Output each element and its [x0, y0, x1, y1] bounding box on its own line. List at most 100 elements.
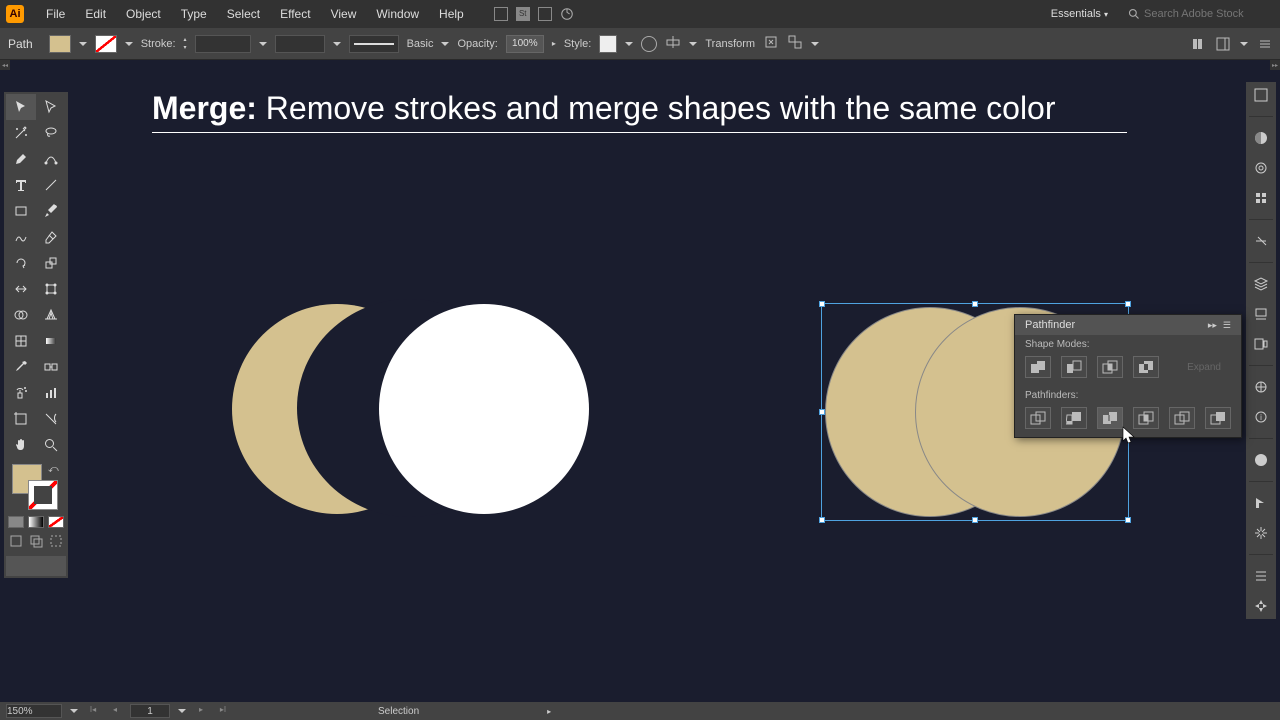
panel-menu-icon[interactable]: ☰	[1223, 320, 1231, 331]
paintbrush-tool[interactable]	[36, 198, 66, 224]
opacity-slider-toggle[interactable]: ▸	[552, 39, 556, 48]
color-panel-icon[interactable]	[1252, 129, 1270, 147]
screen-mode-button[interactable]	[6, 556, 66, 576]
workspace-switcher[interactable]: Essentials ▾	[1041, 5, 1118, 23]
draw-inside-icon[interactable]	[49, 534, 63, 548]
fill-dropdown[interactable]	[79, 42, 87, 46]
layout-dropdown[interactable]	[1240, 42, 1248, 46]
menu-window[interactable]: Window	[366, 3, 429, 25]
brushes-panel-icon[interactable]	[1252, 232, 1270, 250]
style-dropdown[interactable]	[625, 42, 633, 46]
stock-icon[interactable]: St	[516, 7, 530, 21]
brush-preview[interactable]	[349, 35, 399, 53]
stock-search-input[interactable]	[1144, 8, 1274, 20]
brush-dropdown[interactable]	[441, 42, 449, 46]
menu-object[interactable]: Object	[116, 3, 171, 25]
eraser-tool[interactable]	[36, 224, 66, 250]
direct-selection-tool[interactable]	[36, 94, 66, 120]
hand-tool[interactable]	[6, 432, 36, 458]
gpu-icon[interactable]	[560, 7, 574, 21]
magic-wand-tool[interactable]	[6, 120, 36, 146]
exclude-button[interactable]	[1133, 356, 1159, 378]
outline-button[interactable]	[1169, 407, 1195, 429]
align-dropdown[interactable]	[689, 42, 697, 46]
rectangle-tool[interactable]	[6, 198, 36, 224]
shaper-tool[interactable]	[6, 224, 36, 250]
symbol-sprayer-tool[interactable]	[6, 380, 36, 406]
similar-dropdown[interactable]	[811, 42, 819, 46]
zoom-select[interactable]	[6, 704, 62, 718]
opacity-input[interactable]	[506, 35, 544, 53]
white-circle-shape[interactable]	[379, 304, 589, 514]
width-tool[interactable]	[6, 276, 36, 302]
blend-tool[interactable]	[36, 354, 66, 380]
dock-expand-right[interactable]: ▸▸	[1270, 60, 1280, 70]
panel-menu-icon[interactable]	[1258, 37, 1272, 51]
color-mode-none[interactable]	[48, 516, 64, 528]
graphic-styles-panel-icon[interactable]	[1252, 524, 1270, 542]
stock-search[interactable]	[1128, 8, 1274, 20]
recolor-icon[interactable]	[641, 36, 657, 52]
menu-file[interactable]: File	[36, 3, 75, 25]
minus-front-button[interactable]	[1061, 356, 1087, 378]
color-mode-gradient[interactable]	[28, 516, 44, 528]
fill-swatch[interactable]	[49, 35, 71, 53]
arrange-docs-icon[interactable]	[538, 7, 552, 21]
menu-select[interactable]: Select	[217, 3, 270, 25]
column-graph-tool[interactable]	[36, 380, 66, 406]
panel-layout-icon[interactable]	[1216, 37, 1230, 51]
pen-tool[interactable]	[6, 146, 36, 172]
draw-behind-icon[interactable]	[29, 534, 43, 548]
curvature-tool[interactable]	[36, 146, 66, 172]
lasso-tool[interactable]	[36, 120, 66, 146]
prev-artboard-button[interactable]: ◂	[108, 705, 122, 717]
menu-edit[interactable]: Edit	[75, 3, 116, 25]
menu-help[interactable]: Help	[429, 3, 474, 25]
appearance-panel-icon[interactable]	[1252, 494, 1270, 512]
stroke-panel-icon[interactable]	[1252, 378, 1270, 396]
stroke-weight-dropdown[interactable]	[259, 42, 267, 46]
eyedropper-tool[interactable]	[6, 354, 36, 380]
transform-panel-icon[interactable]	[1252, 567, 1270, 585]
zoom-tool[interactable]	[36, 432, 66, 458]
pathfinder-panel-tab[interactable]: Pathfinder ▸▸ ☰	[1015, 315, 1241, 335]
mesh-tool[interactable]	[6, 328, 36, 354]
vprofile-select[interactable]	[275, 35, 325, 53]
swatches-panel-icon[interactable]	[1252, 189, 1270, 207]
color-themes-panel-icon[interactable]	[1252, 159, 1270, 177]
asset-export-panel-icon[interactable]	[1252, 305, 1270, 323]
isolate-icon[interactable]	[763, 34, 779, 53]
free-transform-tool[interactable]	[36, 276, 66, 302]
menu-effect[interactable]: Effect	[270, 3, 320, 25]
stroke-weight-stepper[interactable]: ▴▾	[184, 36, 187, 51]
unite-button[interactable]	[1025, 356, 1051, 378]
artboards-panel-icon[interactable]	[1252, 335, 1270, 353]
menu-view[interactable]: View	[321, 3, 367, 25]
panel-collapse-icon[interactable]: ▸▸	[1208, 320, 1217, 331]
stroke-swatch[interactable]	[95, 35, 117, 53]
crop-button[interactable]	[1133, 407, 1159, 429]
last-artboard-button[interactable]: ▸I	[216, 705, 230, 717]
style-swatch[interactable]	[599, 35, 617, 53]
properties-panel-icon[interactable]	[1252, 86, 1270, 104]
swap-fill-stroke-icon[interactable]: ⤺	[48, 464, 59, 475]
artboard-tool[interactable]	[6, 406, 36, 432]
color-mode-solid[interactable]	[8, 516, 24, 528]
align-panel-icon[interactable]	[1252, 597, 1270, 615]
dock-expand-left[interactable]: ◂◂	[0, 60, 10, 70]
slice-tool[interactable]	[36, 406, 66, 432]
vprofile-dropdown[interactable]	[333, 42, 341, 46]
align-icon[interactable]	[665, 34, 681, 53]
select-similar-icon[interactable]	[787, 34, 803, 53]
stroke-color-box[interactable]	[28, 480, 58, 510]
trim-button[interactable]	[1061, 407, 1087, 429]
minus-back-button[interactable]	[1205, 407, 1231, 429]
gradient-panel-icon[interactable]: i	[1252, 408, 1270, 426]
menu-type[interactable]: Type	[171, 3, 217, 25]
first-artboard-button[interactable]: I◂	[86, 705, 100, 717]
gradient-tool[interactable]	[36, 328, 66, 354]
next-artboard-button[interactable]: ▸	[194, 705, 208, 717]
divide-button[interactable]	[1025, 407, 1051, 429]
zoom-dropdown[interactable]	[70, 709, 78, 713]
scale-tool[interactable]	[36, 250, 66, 276]
